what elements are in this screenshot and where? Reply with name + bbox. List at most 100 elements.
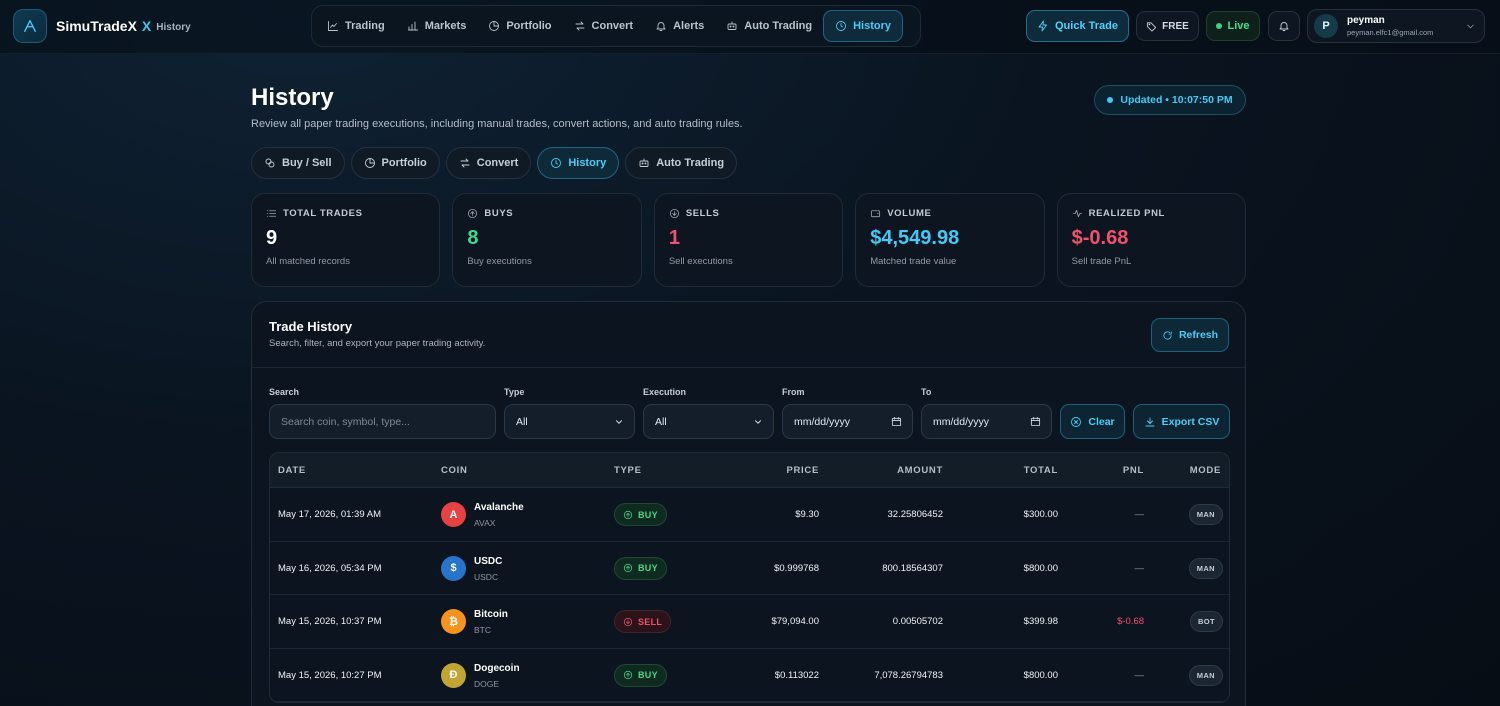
row-total: $399.98 bbox=[1023, 616, 1058, 627]
plan-button[interactable]: FREE bbox=[1136, 11, 1199, 41]
stat-volume: VOLUME $4,549.98 Matched trade value bbox=[855, 193, 1045, 287]
stat-value: $-0.68 bbox=[1071, 227, 1129, 249]
row-amount: 800.18564307 bbox=[882, 562, 943, 574]
table-header: DATE COIN TYPE PRICE AMOUNT TOTAL PNL MO… bbox=[270, 453, 1229, 488]
usdc-coin-icon: $ bbox=[441, 555, 466, 581]
calendar-icon[interactable] bbox=[1030, 416, 1041, 427]
stat-value: $4,549.98 bbox=[870, 227, 960, 249]
table-row[interactable]: May 15, 2026, 10:37 PM ₿ Bitcoin BTC SEL… bbox=[270, 595, 1229, 649]
stat-realized-pnl: REALIZED PNL $-0.68 Sell trade PnL bbox=[1056, 193, 1247, 287]
brand-section: History bbox=[156, 21, 191, 33]
type-select[interactable]: All bbox=[504, 404, 635, 439]
execution-label: Execution bbox=[643, 387, 687, 397]
clear-button[interactable]: Clear bbox=[1060, 404, 1125, 439]
col-total[interactable]: TOTAL bbox=[1024, 465, 1058, 476]
arrow-up-circle-icon bbox=[623, 670, 633, 680]
type-badge-label: SELL bbox=[638, 616, 663, 627]
table-row[interactable]: May 16, 2026, 05:34 PM $ USDC USDC BUY $… bbox=[270, 542, 1229, 595]
list-icon bbox=[266, 210, 277, 217]
stat-sells: SELLS 1 Sell executions bbox=[653, 193, 844, 287]
table-row[interactable]: May 15, 2026, 10:27 PM Ð Dogecoin DOGE B… bbox=[270, 649, 1229, 702]
row-pnl: — bbox=[1134, 509, 1145, 520]
brand[interactable]: SimuTradeX X History bbox=[13, 9, 191, 43]
col-amount[interactable]: AMOUNT bbox=[897, 465, 943, 476]
arrow-up-circle-icon bbox=[623, 563, 633, 573]
tab-buy-sell-label: Buy / Sell bbox=[282, 157, 332, 169]
live-label: Live bbox=[1227, 20, 1250, 32]
row-pnl: $-0.68 bbox=[1117, 616, 1144, 627]
user-menu[interactable]: P peyman peyman.elfc1@gmail.com bbox=[1307, 9, 1485, 43]
updated-label: Updated • 10:07:50 PM bbox=[1120, 94, 1233, 106]
col-coin[interactable]: COIN bbox=[441, 465, 468, 476]
bar-chart-icon bbox=[407, 21, 418, 31]
row-coin-symbol: DOGE bbox=[474, 678, 500, 689]
col-date[interactable]: DATE bbox=[278, 465, 306, 476]
clear-label: Clear bbox=[1088, 415, 1115, 428]
calendar-icon[interactable] bbox=[891, 416, 902, 427]
notifications-button[interactable] bbox=[1268, 11, 1300, 41]
arrow-down-circle-icon bbox=[669, 208, 679, 219]
nav-history-label: History bbox=[853, 20, 892, 32]
mode-badge: MAN bbox=[1188, 557, 1223, 579]
avalanche-coin-icon: A bbox=[441, 502, 466, 527]
nav-trading[interactable]: Trading bbox=[316, 10, 396, 42]
col-pnl[interactable]: PNL bbox=[1123, 465, 1144, 476]
tab-portfolio[interactable]: Portfolio bbox=[350, 147, 440, 179]
tab-auto-trading[interactable]: Auto Trading bbox=[625, 147, 738, 179]
stat-label: SELLS bbox=[685, 208, 720, 219]
col-price[interactable]: PRICE bbox=[786, 465, 819, 476]
col-type[interactable]: TYPE bbox=[614, 465, 642, 476]
stat-value: 1 bbox=[668, 227, 680, 249]
stat-label: VOLUME bbox=[887, 208, 932, 219]
download-icon bbox=[1145, 417, 1155, 426]
bell-icon bbox=[656, 22, 666, 31]
export-csv-button[interactable]: Export CSV bbox=[1133, 404, 1230, 439]
tab-buy-sell[interactable]: Buy / Sell bbox=[251, 147, 345, 179]
from-label: From bbox=[782, 387, 805, 397]
stat-caption: Sell trade PnL bbox=[1071, 256, 1132, 267]
tag-icon bbox=[1147, 21, 1157, 31]
nav-portfolio[interactable]: Portfolio bbox=[477, 10, 562, 42]
section-tabs: Buy / Sell Portfolio Convert History Aut… bbox=[251, 147, 738, 179]
quick-trade-button[interactable]: Quick Trade bbox=[1026, 10, 1129, 42]
row-amount: 32.25806452 bbox=[887, 509, 943, 520]
type-label: Type bbox=[504, 387, 525, 397]
nav-convert[interactable]: Convert bbox=[563, 10, 645, 42]
execution-select[interactable]: All bbox=[643, 404, 774, 439]
stats-row: TOTAL TRADES 9 All matched records BUYS … bbox=[251, 193, 1247, 287]
arrow-down-circle-icon bbox=[623, 617, 633, 626]
nav-alerts[interactable]: Alerts bbox=[644, 10, 715, 42]
bell-icon bbox=[1279, 22, 1289, 31]
search-input[interactable]: Search coin, symbol, type... bbox=[269, 404, 496, 439]
user-name: peyman bbox=[1347, 14, 1385, 26]
from-date-value: mm/dd/yyyy bbox=[794, 415, 851, 428]
wallet-icon bbox=[871, 210, 881, 218]
table-row[interactable]: May 17, 2026, 01:39 AM A Avalanche AVAX … bbox=[270, 488, 1229, 542]
plan-label: FREE bbox=[1162, 20, 1189, 32]
to-date-input[interactable]: mm/dd/yyyy bbox=[921, 404, 1052, 439]
tab-history-label: History bbox=[568, 157, 607, 169]
tab-history[interactable]: History bbox=[537, 147, 620, 179]
nav-markets[interactable]: Markets bbox=[396, 10, 478, 42]
swap-icon bbox=[460, 158, 470, 168]
brand-x: X bbox=[141, 18, 152, 34]
brand-logo-icon bbox=[13, 9, 47, 43]
nav-auto-trading[interactable]: Auto Trading bbox=[715, 10, 823, 42]
stat-caption: Buy executions bbox=[467, 256, 532, 267]
mode-badge: MAN bbox=[1188, 664, 1223, 686]
type-select-value: All bbox=[516, 415, 528, 428]
robot-icon bbox=[639, 158, 649, 167]
nav-history[interactable]: History bbox=[823, 10, 904, 42]
row-date: May 15, 2026, 10:37 PM bbox=[278, 616, 382, 627]
row-amount: 7,078.26794783 bbox=[874, 669, 943, 681]
stat-label: BUYS bbox=[484, 208, 514, 219]
col-mode[interactable]: MODE bbox=[1190, 465, 1221, 476]
row-price: $0.999768 bbox=[774, 562, 819, 574]
arrow-up-circle-icon bbox=[623, 510, 633, 519]
refresh-button[interactable]: Refresh bbox=[1151, 318, 1229, 352]
tab-convert[interactable]: Convert bbox=[445, 147, 532, 179]
lightning-icon bbox=[1038, 20, 1047, 32]
row-date: May 16, 2026, 05:34 PM bbox=[278, 562, 382, 574]
from-date-input[interactable]: mm/dd/yyyy bbox=[782, 404, 913, 439]
row-total: $300.00 bbox=[1023, 509, 1058, 520]
